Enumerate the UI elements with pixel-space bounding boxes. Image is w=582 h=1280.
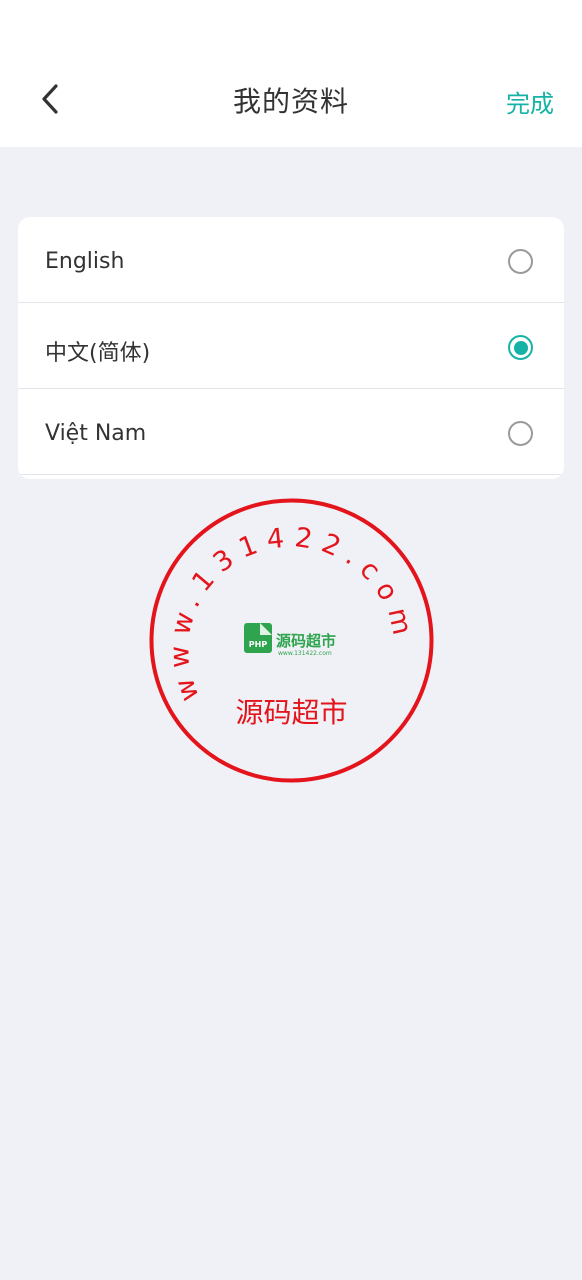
done-button[interactable]: 完成 <box>506 84 554 119</box>
watermark-stamp: www.131422.com PHP 源码超市 www.131422.com 源… <box>149 498 434 783</box>
page-title: 我的资料 <box>232 85 349 118</box>
radio-button[interactable] <box>508 421 533 446</box>
language-option-vietnamese[interactable]: Việt Nam <box>18 389 564 475</box>
divider <box>18 474 564 475</box>
top-bar: 我的资料 完成 <box>0 0 582 147</box>
radio-button-selected[interactable] <box>508 335 533 360</box>
radio-button[interactable] <box>508 249 533 274</box>
watermark-ring-text: www.131422.com <box>164 522 419 705</box>
svg-text:www.131422.com: www.131422.com <box>278 650 332 657</box>
language-list: English 中文(简体) Việt Nam <box>18 217 564 479</box>
language-label: 中文(简体) <box>45 341 151 366</box>
language-option-chinese[interactable]: 中文(简体) <box>18 303 564 389</box>
php-logo-icon: PHP 源码超市 www.131422.com <box>244 623 336 657</box>
language-label: Việt Nam <box>45 421 147 446</box>
language-option-english[interactable]: English <box>18 217 564 303</box>
svg-text:源码超市: 源码超市 <box>276 632 336 650</box>
svg-text:PHP: PHP <box>249 640 268 649</box>
language-label: English <box>45 249 125 274</box>
watermark-center-text: 源码超市 <box>235 696 347 729</box>
